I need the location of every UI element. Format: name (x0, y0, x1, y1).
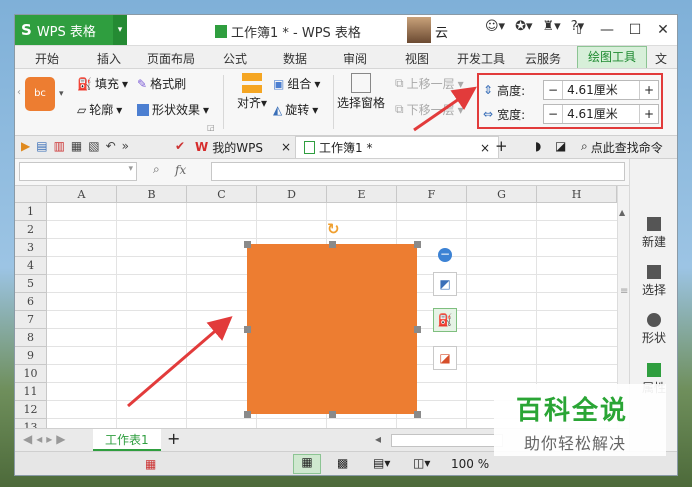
arrow-to-shape (127, 316, 233, 408)
watermark-title: 百科全说 (516, 396, 629, 426)
arrow-to-size-box (413, 86, 477, 132)
watermark-subtitle: 助你轻松解决 (524, 434, 627, 453)
watermark: 百科全说 助你轻松解决 (494, 384, 666, 456)
